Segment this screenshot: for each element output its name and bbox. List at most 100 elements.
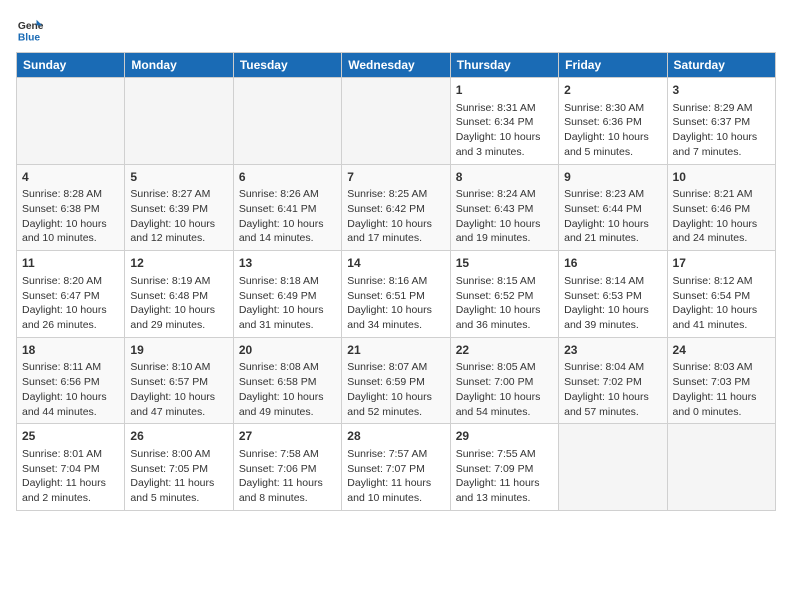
day-number: 17 bbox=[673, 255, 770, 272]
calendar-cell: 24Sunrise: 8:03 AM Sunset: 7:03 PM Dayli… bbox=[667, 337, 775, 424]
day-info: Sunrise: 8:01 AM Sunset: 7:04 PM Dayligh… bbox=[22, 447, 119, 506]
calendar-cell: 9Sunrise: 8:23 AM Sunset: 6:44 PM Daylig… bbox=[559, 164, 667, 251]
day-info: Sunrise: 8:20 AM Sunset: 6:47 PM Dayligh… bbox=[22, 274, 119, 333]
calendar-cell: 1 Sunrise: 8:31 AM Sunset: 6:34 PM Daylig… bbox=[450, 78, 558, 165]
day-info: Sunrise: 8:30 AM Sunset: 6:36 PM Dayligh… bbox=[564, 101, 661, 160]
day-number: 10 bbox=[673, 169, 770, 186]
day-info: Sunrise: 7:58 AM Sunset: 7:06 PM Dayligh… bbox=[239, 447, 336, 506]
day-info: Sunrise: 8:11 AM Sunset: 6:56 PM Dayligh… bbox=[22, 360, 119, 419]
day-number: 18 bbox=[22, 342, 119, 359]
calendar-cell: 28 Sunrise: 7:57 AM Sunset: 7:07 PM Dayli… bbox=[342, 424, 450, 511]
calendar-cell: 17 Sunrise: 8:12 AM Sunset: 6:54 PM Dayli… bbox=[667, 251, 775, 338]
day-of-week-header: Tuesday bbox=[233, 53, 341, 78]
day-info: Sunrise: 8:15 AM Sunset: 6:52 PM Dayligh… bbox=[456, 274, 553, 333]
day-info: Sunrise: 8:23 AM Sunset: 6:44 PM Dayligh… bbox=[564, 187, 661, 246]
svg-text:Blue: Blue bbox=[18, 32, 41, 43]
calendar-cell: 20Sunrise: 8:08 AM Sunset: 6:58 PM Dayli… bbox=[233, 337, 341, 424]
day-of-week-header: Monday bbox=[125, 53, 233, 78]
calendar-cell: 11 Sunrise: 8:20 AM Sunset: 6:47 PM Dayli… bbox=[17, 251, 125, 338]
day-number: 22 bbox=[456, 342, 553, 359]
calendar-cell: 7Sunrise: 8:25 AM Sunset: 6:42 PM Daylig… bbox=[342, 164, 450, 251]
day-number: 8 bbox=[456, 169, 553, 186]
day-number: 29 bbox=[456, 428, 553, 445]
logo-icon: General Blue bbox=[16, 16, 44, 44]
calendar-cell: 21Sunrise: 8:07 AM Sunset: 6:59 PM Dayli… bbox=[342, 337, 450, 424]
day-info: Sunrise: 7:55 AM Sunset: 7:09 PM Dayligh… bbox=[456, 447, 553, 506]
calendar-cell: 16 Sunrise: 8:14 AM Sunset: 6:53 PM Dayli… bbox=[559, 251, 667, 338]
day-number: 19 bbox=[130, 342, 227, 359]
calendar-cell: 26 Sunrise: 8:00 AM Sunset: 7:05 PM Dayli… bbox=[125, 424, 233, 511]
day-number: 27 bbox=[239, 428, 336, 445]
day-info: Sunrise: 8:04 AM Sunset: 7:02 PM Dayligh… bbox=[564, 360, 661, 419]
day-number: 1 bbox=[456, 82, 553, 99]
day-info: Sunrise: 8:25 AM Sunset: 6:42 PM Dayligh… bbox=[347, 187, 444, 246]
day-number: 26 bbox=[130, 428, 227, 445]
calendar-cell: 29 Sunrise: 7:55 AM Sunset: 7:09 PM Dayli… bbox=[450, 424, 558, 511]
day-number: 15 bbox=[456, 255, 553, 272]
day-number: 12 bbox=[130, 255, 227, 272]
calendar-cell: 14 Sunrise: 8:16 AM Sunset: 6:51 PM Dayli… bbox=[342, 251, 450, 338]
calendar-cell: 5Sunrise: 8:27 AM Sunset: 6:39 PM Daylig… bbox=[125, 164, 233, 251]
page-header: General Blue bbox=[16, 16, 776, 44]
calendar-cell: 23Sunrise: 8:04 AM Sunset: 7:02 PM Dayli… bbox=[559, 337, 667, 424]
day-info: Sunrise: 8:12 AM Sunset: 6:54 PM Dayligh… bbox=[673, 274, 770, 333]
day-of-week-header: Wednesday bbox=[342, 53, 450, 78]
day-info: Sunrise: 8:21 AM Sunset: 6:46 PM Dayligh… bbox=[673, 187, 770, 246]
day-info: Sunrise: 7:57 AM Sunset: 7:07 PM Dayligh… bbox=[347, 447, 444, 506]
day-info: Sunrise: 8:10 AM Sunset: 6:57 PM Dayligh… bbox=[130, 360, 227, 419]
day-number: 7 bbox=[347, 169, 444, 186]
day-number: 24 bbox=[673, 342, 770, 359]
day-number: 16 bbox=[564, 255, 661, 272]
day-number: 2 bbox=[564, 82, 661, 99]
calendar-cell bbox=[559, 424, 667, 511]
calendar-cell: 18Sunrise: 8:11 AM Sunset: 6:56 PM Dayli… bbox=[17, 337, 125, 424]
calendar-cell: 15 Sunrise: 8:15 AM Sunset: 6:52 PM Dayli… bbox=[450, 251, 558, 338]
calendar-table: SundayMondayTuesdayWednesdayThursdayFrid… bbox=[16, 52, 776, 511]
day-number: 25 bbox=[22, 428, 119, 445]
day-info: Sunrise: 8:00 AM Sunset: 7:05 PM Dayligh… bbox=[130, 447, 227, 506]
calendar-cell: 25 Sunrise: 8:01 AM Sunset: 7:04 PM Dayli… bbox=[17, 424, 125, 511]
calendar-cell: 10Sunrise: 8:21 AM Sunset: 6:46 PM Dayli… bbox=[667, 164, 775, 251]
day-info: Sunrise: 8:05 AM Sunset: 7:00 PM Dayligh… bbox=[456, 360, 553, 419]
day-number: 28 bbox=[347, 428, 444, 445]
calendar-cell: 8Sunrise: 8:24 AM Sunset: 6:43 PM Daylig… bbox=[450, 164, 558, 251]
day-number: 6 bbox=[239, 169, 336, 186]
day-number: 5 bbox=[130, 169, 227, 186]
calendar-cell: 6Sunrise: 8:26 AM Sunset: 6:41 PM Daylig… bbox=[233, 164, 341, 251]
day-of-week-header: Saturday bbox=[667, 53, 775, 78]
calendar-cell: 27 Sunrise: 7:58 AM Sunset: 7:06 PM Dayli… bbox=[233, 424, 341, 511]
calendar-cell: 19Sunrise: 8:10 AM Sunset: 6:57 PM Dayli… bbox=[125, 337, 233, 424]
day-info: Sunrise: 8:19 AM Sunset: 6:48 PM Dayligh… bbox=[130, 274, 227, 333]
day-info: Sunrise: 8:16 AM Sunset: 6:51 PM Dayligh… bbox=[347, 274, 444, 333]
day-number: 3 bbox=[673, 82, 770, 99]
calendar-cell bbox=[667, 424, 775, 511]
day-info: Sunrise: 8:07 AM Sunset: 6:59 PM Dayligh… bbox=[347, 360, 444, 419]
day-number: 11 bbox=[22, 255, 119, 272]
day-number: 23 bbox=[564, 342, 661, 359]
day-info: Sunrise: 8:18 AM Sunset: 6:49 PM Dayligh… bbox=[239, 274, 336, 333]
day-info: Sunrise: 8:31 AM Sunset: 6:34 PM Dayligh… bbox=[456, 101, 553, 160]
day-info: Sunrise: 8:29 AM Sunset: 6:37 PM Dayligh… bbox=[673, 101, 770, 160]
day-info: Sunrise: 8:26 AM Sunset: 6:41 PM Dayligh… bbox=[239, 187, 336, 246]
day-number: 14 bbox=[347, 255, 444, 272]
svg-text:General: General bbox=[18, 21, 44, 32]
day-number: 21 bbox=[347, 342, 444, 359]
calendar-cell bbox=[17, 78, 125, 165]
day-info: Sunrise: 8:27 AM Sunset: 6:39 PM Dayligh… bbox=[130, 187, 227, 246]
calendar-cell bbox=[125, 78, 233, 165]
day-number: 4 bbox=[22, 169, 119, 186]
day-info: Sunrise: 8:03 AM Sunset: 7:03 PM Dayligh… bbox=[673, 360, 770, 419]
day-number: 13 bbox=[239, 255, 336, 272]
day-of-week-header: Friday bbox=[559, 53, 667, 78]
day-number: 9 bbox=[564, 169, 661, 186]
day-of-week-header: Sunday bbox=[17, 53, 125, 78]
calendar-cell bbox=[233, 78, 341, 165]
day-info: Sunrise: 8:28 AM Sunset: 6:38 PM Dayligh… bbox=[22, 187, 119, 246]
calendar-cell: 12 Sunrise: 8:19 AM Sunset: 6:48 PM Dayli… bbox=[125, 251, 233, 338]
day-number: 20 bbox=[239, 342, 336, 359]
day-info: Sunrise: 8:24 AM Sunset: 6:43 PM Dayligh… bbox=[456, 187, 553, 246]
calendar-cell: 3 Sunrise: 8:29 AM Sunset: 6:37 PM Daylig… bbox=[667, 78, 775, 165]
calendar-cell: 2 Sunrise: 8:30 AM Sunset: 6:36 PM Daylig… bbox=[559, 78, 667, 165]
logo: General Blue bbox=[16, 16, 48, 44]
day-info: Sunrise: 8:14 AM Sunset: 6:53 PM Dayligh… bbox=[564, 274, 661, 333]
